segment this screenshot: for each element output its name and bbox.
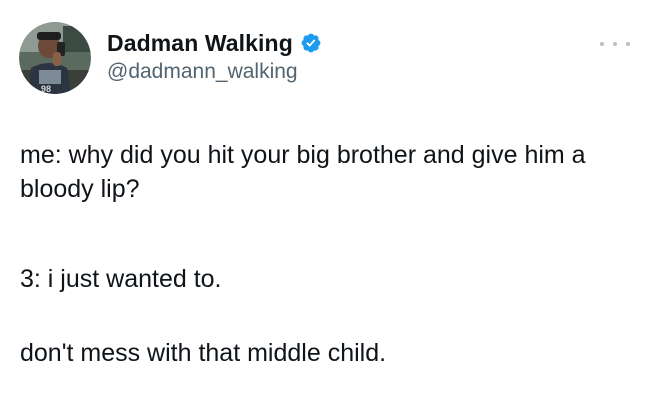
ellipsis-dot	[600, 42, 604, 46]
verified-badge-icon	[300, 32, 322, 54]
ellipsis-dot	[626, 42, 630, 46]
author-handle[interactable]: @dadmann_walking	[107, 60, 322, 84]
tweet-paragraph: me: why did you hit your big brother and…	[20, 141, 593, 203]
svg-text:98: 98	[41, 84, 51, 94]
author-display-name[interactable]: Dadman Walking	[107, 30, 293, 57]
author-info: Dadman Walking @dadmann_walking	[107, 28, 322, 84]
more-options-ellipsis-icon[interactable]	[600, 36, 630, 52]
tweet-paragraph: don't mess with that middle child.	[20, 339, 387, 367]
user-avatar-icon: 98	[19, 22, 91, 94]
tweet-card: 98 Dadman Walking @dadmann_walking me: w…	[0, 0, 650, 401]
tweet-paragraph: 3: i just wanted to.	[20, 265, 222, 293]
author-avatar[interactable]: 98	[19, 22, 91, 94]
ellipsis-dot	[613, 42, 617, 46]
author-name-row[interactable]: Dadman Walking	[107, 28, 322, 58]
